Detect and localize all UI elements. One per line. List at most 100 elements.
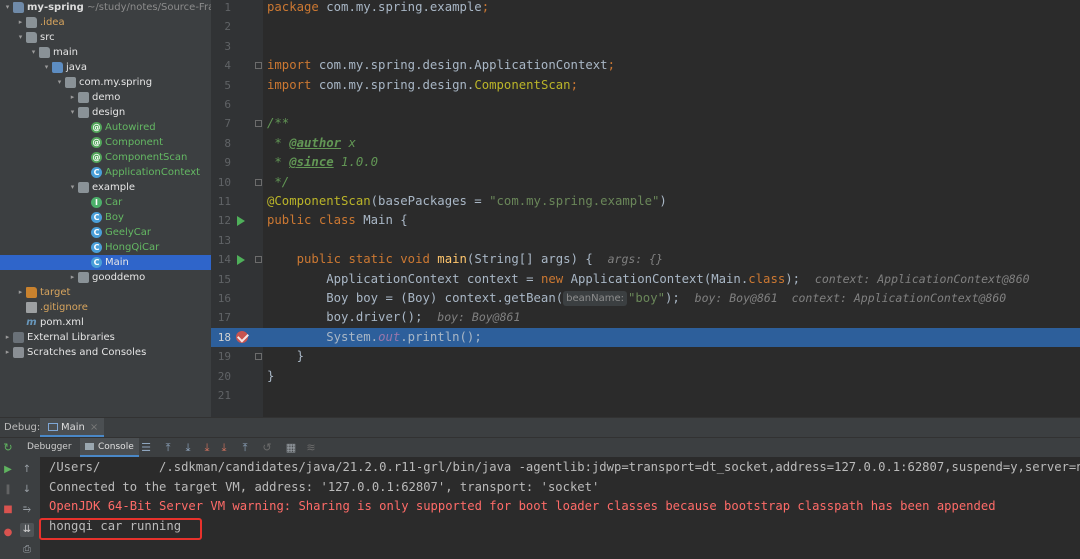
tree-item-boy[interactable]: C Boy [0,210,211,225]
view-breakpoints-icon[interactable]: ● [1,526,15,540]
line-number[interactable]: 5 [211,76,231,95]
line-number[interactable]: 21 [211,386,231,405]
run-to-cursor-icon[interactable]: ↺ [260,441,274,455]
tree-item-idea[interactable]: ▸ .idea [0,15,211,30]
code-line[interactable]: System.out.println(); [267,328,482,347]
tree-item-design[interactable]: ▾ design [0,105,211,120]
chevron-right-icon[interactable]: ▸ [3,345,12,360]
tab-console[interactable]: Console [80,438,139,457]
chevron-right-icon[interactable]: ▸ [68,270,77,285]
chevron-right-icon[interactable]: ▸ [3,330,12,345]
code-line[interactable]: @ComponentScan(basePackages = "com.my.sp… [267,192,667,211]
line-number[interactable]: 10 [211,173,231,192]
chevron-down-icon[interactable]: ▾ [16,30,25,45]
line-number[interactable]: 2 [211,17,231,36]
tree-item-main[interactable]: ▾ main [0,45,211,60]
fold-marker-icon[interactable] [255,256,262,264]
soft-wrap-icon[interactable]: ⥱ [20,503,34,517]
scroll-up-icon[interactable]: ↑ [20,463,34,477]
code-line[interactable]: } [267,367,274,386]
debug-config-tab[interactable]: Main × [40,418,105,437]
chevron-right-icon[interactable]: ▸ [16,15,25,30]
trace-icon[interactable]: ≋ [304,441,318,455]
line-number[interactable]: 12 [211,211,231,230]
line-number[interactable]: 15 [211,270,231,289]
line-number[interactable]: 17 [211,308,231,327]
line-number[interactable]: 16 [211,289,231,308]
tree-item-external-libraries[interactable]: ▸ External Libraries [0,330,211,345]
line-number[interactable]: 3 [211,37,231,56]
code-line[interactable]: package com.my.spring.example; [267,0,489,17]
code-editor[interactable]: package com.my.spring.example; import com… [263,0,1080,417]
chevron-down-icon[interactable]: ▾ [68,105,77,120]
tree-item-applicationcontext[interactable]: C ApplicationContext [0,165,211,180]
evaluate-icon[interactable]: ▦ [284,441,298,455]
code-line[interactable]: import com.my.spring.design.ApplicationC… [267,56,615,75]
tree-item-java[interactable]: ▾ java [0,60,211,75]
line-number[interactable]: 18 [211,328,231,347]
tree-item-com-my-spring[interactable]: ▾ com.my.spring [0,75,211,90]
close-icon[interactable]: × [90,422,98,433]
tree-item-geelycar[interactable]: C GeelyCar [0,225,211,240]
code-line[interactable]: * @author x [267,134,355,153]
chevron-down-icon[interactable]: ▾ [55,75,64,90]
chevron-down-icon[interactable]: ▾ [29,45,38,60]
tree-item-gooddemo[interactable]: ▸ gooddemo [0,270,211,285]
tree-item-my-spring[interactable]: ▾ my-spring ~/study/notes/Source-Fram [0,0,211,15]
line-number[interactable]: 4 [211,56,231,75]
chevron-down-icon[interactable]: ▾ [3,0,12,15]
line-number[interactable]: 11 [211,192,231,211]
tree-item-target[interactable]: ▸ target [0,285,211,300]
fold-marker-icon[interactable] [255,120,262,128]
line-number[interactable]: 7 [211,114,231,133]
code-line[interactable]: boy.driver(); boy: Boy@861 [267,308,520,327]
tree-item-pom-xml[interactable]: m pom.xml [0,315,211,330]
tree-item-componentscan[interactable]: @ ComponentScan [0,150,211,165]
tree-item-main-class[interactable]: C Main [0,255,211,270]
code-line[interactable]: * @since 1.0.0 [267,153,378,172]
chevron-right-icon[interactable]: ▸ [16,285,25,300]
tree-item-autowired[interactable]: @ Autowired [0,120,211,135]
tree-item-car[interactable]: I Car [0,195,211,210]
line-number[interactable]: 20 [211,367,231,386]
show-execution-point-icon[interactable]: ⤒ [161,441,175,455]
tree-item-component[interactable]: @ Component [0,135,211,150]
code-line[interactable]: import com.my.spring.design.ComponentSca… [267,76,578,95]
code-line[interactable]: } [267,347,304,366]
fold-marker-icon[interactable] [255,353,262,361]
resume-icon[interactable]: ▶ [1,463,15,477]
tree-item-hongqicar[interactable]: C HongQiCar [0,240,211,255]
code-line[interactable]: */ [267,173,289,192]
tree-item-gitignore[interactable]: .gitignore [0,300,211,315]
scroll-to-end-icon[interactable]: ⇊ [20,523,34,537]
code-line[interactable]: public static void main(String[] args) {… [267,250,663,269]
stop-icon[interactable]: ■ [1,503,15,517]
rerun-icon[interactable]: ↻ [1,441,15,455]
tree-item-example[interactable]: ▾ example [0,180,211,195]
pause-icon[interactable]: ‖ [1,483,15,497]
line-number[interactable]: 9 [211,153,231,172]
line-number[interactable]: 8 [211,134,231,153]
line-number[interactable]: 1 [211,0,231,17]
chevron-down-icon[interactable]: ▾ [68,180,77,195]
chevron-down-icon[interactable]: ▾ [42,60,51,75]
tree-item-scratches[interactable]: ▸ Scratches and Consoles [0,345,211,360]
force-step-into-icon[interactable]: ⤓ [217,441,231,455]
tab-debugger[interactable]: Debugger [27,438,72,457]
line-number[interactable]: 19 [211,347,231,366]
tree-item-demo[interactable]: ▸ demo [0,90,211,105]
fold-marker-icon[interactable] [255,62,262,70]
line-number[interactable]: 6 [211,95,231,114]
code-line[interactable]: /** [267,114,289,133]
console-output[interactable]: /Users/ /.sdkman/candidates/java/21.2.0.… [40,457,1080,559]
line-number[interactable]: 14 [211,250,231,269]
menu-icon[interactable]: ☰ [139,441,153,455]
code-line[interactable]: ApplicationContext context = new Applica… [267,270,1029,289]
run-gutter-icon[interactable] [237,254,245,265]
code-line[interactable]: public class Main { [267,211,408,230]
run-gutter-icon[interactable] [237,215,245,226]
code-line[interactable]: Boy boy = (Boy) context.getBean(beanName… [267,289,1006,308]
chevron-right-icon[interactable]: ▸ [68,90,77,105]
print-icon[interactable]: ⎙ [20,543,34,557]
line-number[interactable]: 13 [211,231,231,250]
